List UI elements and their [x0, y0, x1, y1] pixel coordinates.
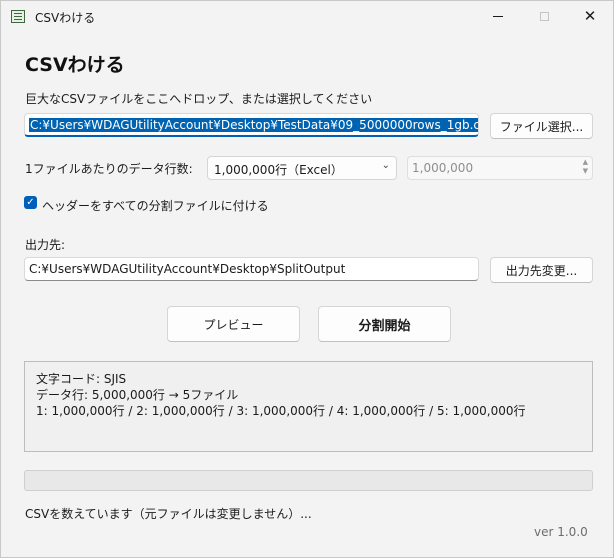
- maximize-icon: [539, 12, 549, 21]
- info-encoding: 文字コード: SJIS: [36, 372, 127, 386]
- close-button[interactable]: ✕: [567, 1, 613, 32]
- progress-bar: [24, 470, 593, 491]
- preview-button[interactable]: プレビュー: [167, 306, 300, 342]
- info-panel: 文字コード: SJIS データ行: 5,000,000行 → 5ファイル 1: …: [24, 361, 593, 452]
- csv-app-icon: [11, 10, 25, 23]
- check-icon: ✓: [26, 197, 35, 208]
- window-title: CSVわける: [35, 11, 96, 25]
- instruction-text: 巨大なCSVファイルをここへドロップ、または選択してください: [25, 92, 373, 106]
- input-file-field[interactable]: C:¥Users¥WDAGUtilityAccount¥Desktop¥Test…: [24, 113, 479, 137]
- close-icon: ✕: [583, 7, 597, 25]
- output-label: 出力先:: [25, 238, 66, 252]
- header-checkbox[interactable]: ✓: [24, 196, 37, 209]
- app-window: CSVわける ✕ CSVわける 巨大なCSVファイルをここへドロップ、または選択…: [0, 0, 614, 558]
- rows-select-value: 1,000,000行（Excel）: [214, 163, 343, 177]
- rows-per-file-stepper[interactable]: 1,000,000 ▲ ▼: [407, 156, 593, 180]
- info-row-count: データ行: 5,000,000行 → 5ファイル: [36, 388, 239, 402]
- info-split-detail: 1: 1,000,000行 / 2: 1,000,000行 / 3: 1,000…: [36, 404, 526, 418]
- output-path-text: C:¥Users¥WDAGUtilityAccount¥Desktop¥Spli…: [29, 262, 346, 276]
- title-bar[interactable]: CSVわける ✕: [1, 1, 613, 32]
- page-title: CSVわける: [25, 54, 125, 76]
- stepper-arrows-icon: ▲ ▼: [582, 158, 588, 175]
- version-label: ver 1.0.0: [534, 525, 588, 539]
- change-output-button[interactable]: 出力先変更...: [490, 257, 593, 283]
- rows-stepper-value: 1,000,000: [412, 161, 474, 175]
- status-message: CSVを数えています（元ファイルは変更しません）...: [25, 507, 312, 521]
- minimize-icon: [493, 16, 503, 17]
- rows-per-file-select[interactable]: 1,000,000行（Excel） ⌄: [207, 156, 397, 180]
- maximize-button[interactable]: [521, 1, 567, 32]
- header-checkbox-label[interactable]: ヘッダーをすべての分割ファイルに付ける: [42, 197, 269, 214]
- output-path-field[interactable]: C:¥Users¥WDAGUtilityAccount¥Desktop¥Spli…: [24, 257, 479, 281]
- chevron-down-icon: ⌄: [381, 160, 390, 171]
- start-split-button[interactable]: 分割開始: [318, 306, 451, 342]
- browse-file-button[interactable]: ファイル選択...: [490, 113, 593, 139]
- minimize-button[interactable]: [475, 1, 521, 32]
- rows-per-file-label: 1ファイルあたりのデータ行数:: [25, 162, 193, 176]
- input-file-path: C:¥Users¥WDAGUtilityAccount¥Desktop¥Test…: [29, 118, 478, 132]
